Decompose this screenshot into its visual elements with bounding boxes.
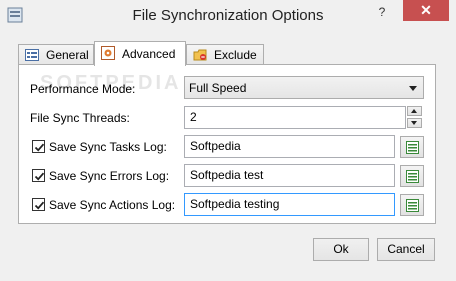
errors-log-path-input[interactable]: Softpedia test (184, 164, 395, 187)
performance-mode-label: Performance Mode: (30, 82, 136, 96)
checkmark-icon (34, 172, 45, 181)
file-sync-threads-label: File Sync Threads: (30, 111, 130, 125)
save-errors-log-label: Save Sync Errors Log: (49, 169, 170, 183)
general-icon (25, 48, 39, 62)
threads-increment-button[interactable] (407, 106, 422, 116)
save-tasks-log-checkbox[interactable] (32, 140, 45, 153)
save-errors-log-checkbox[interactable] (32, 169, 45, 182)
chevron-down-icon (409, 86, 417, 91)
save-actions-log-checkbox[interactable] (32, 198, 45, 211)
actions-log-browse-button[interactable] (400, 194, 424, 216)
close-button[interactable]: ✕ (403, 0, 449, 21)
errors-log-browse-button[interactable] (400, 165, 424, 187)
list-icon (406, 170, 419, 183)
tasks-log-browse-button[interactable] (400, 136, 424, 158)
tab-general-label: General (46, 48, 89, 62)
tasks-log-path-input[interactable]: Softpedia (184, 135, 395, 158)
threads-decrement-button[interactable] (407, 118, 422, 128)
tab-advanced[interactable]: Advanced (94, 41, 186, 66)
list-icon (406, 199, 419, 212)
ok-button[interactable]: Ok (313, 238, 369, 261)
file-sync-threads-input[interactable]: 2 (184, 106, 406, 129)
performance-mode-value: Full Speed (189, 81, 247, 95)
save-actions-log-label: Save Sync Actions Log: (49, 198, 176, 212)
tab-exclude-label: Exclude (214, 48, 257, 62)
checkmark-icon (34, 201, 45, 210)
performance-mode-select[interactable]: Full Speed (184, 76, 424, 99)
dialog-window: File Synchronization Options ? ✕ General (0, 0, 456, 281)
tab-advanced-label: Advanced (122, 47, 176, 61)
save-tasks-log-label: Save Sync Tasks Log: (49, 140, 167, 154)
actions-log-path-input[interactable]: Softpedia testing (184, 193, 395, 216)
title-bar[interactable]: File Synchronization Options ? ✕ (0, 0, 456, 33)
tab-general[interactable]: General (18, 44, 94, 65)
checkmark-icon (34, 143, 45, 152)
advanced-icon (101, 46, 115, 60)
tab-exclude[interactable]: Exclude (186, 44, 264, 65)
exclude-icon (193, 48, 207, 62)
list-icon (406, 141, 419, 154)
cancel-button[interactable]: Cancel (377, 238, 435, 261)
help-button[interactable]: ? (371, 3, 393, 21)
